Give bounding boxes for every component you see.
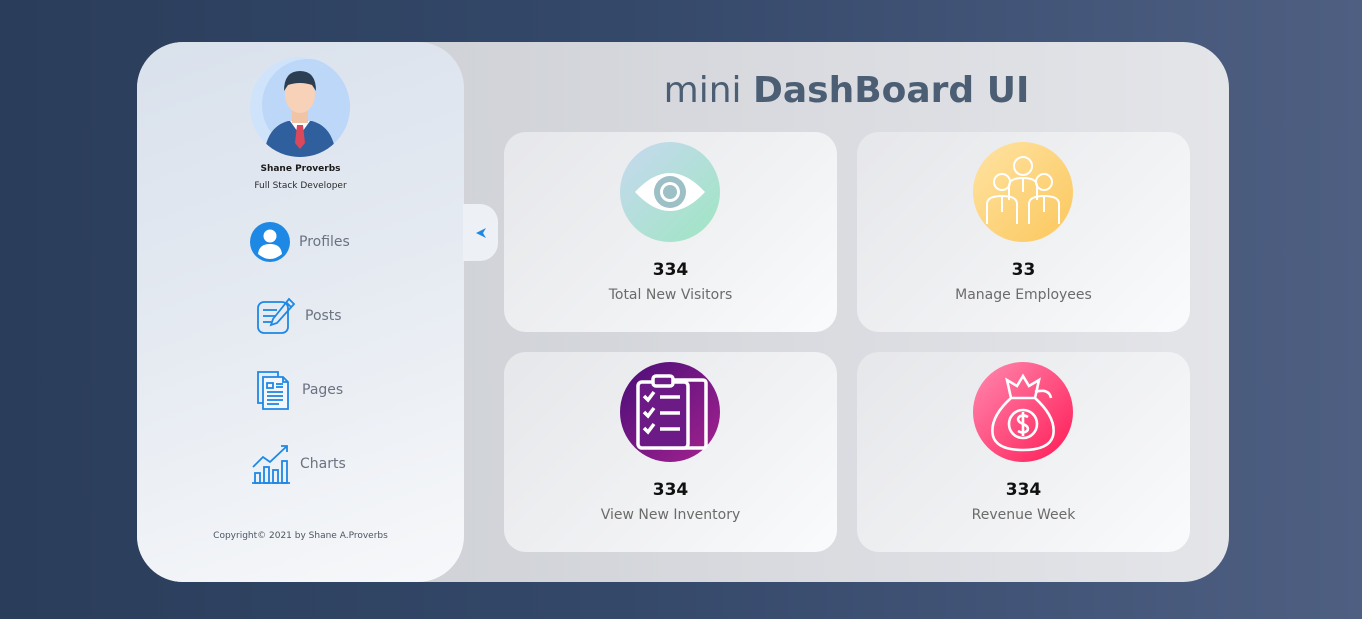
title-light: mini [663, 70, 742, 111]
eye-icon [620, 142, 720, 242]
sidebar-item-label: Posts [305, 308, 342, 324]
sidebar-item-profiles[interactable]: Profiles [249, 220, 350, 264]
collapse-arrow-icon [475, 227, 486, 238]
sidebar-item-label: Profiles [299, 234, 350, 250]
page-title: mini DashBoard UI [464, 70, 1229, 111]
sidebar-item-label: Charts [300, 456, 346, 472]
user-circle-icon [249, 221, 291, 263]
sidebar-toggle-button[interactable] [463, 204, 498, 261]
card-value: 33 [1011, 260, 1036, 280]
card-view-new-inventory[interactable]: 334 View New Inventory [504, 352, 837, 552]
card-label: Manage Employees [955, 287, 1092, 303]
profile-avatar[interactable] [250, 57, 350, 157]
user-name: Shane Proverbs [260, 164, 341, 174]
sidebar-item-posts[interactable]: Posts [255, 294, 342, 338]
copyright-text: Copyright© 2021 by Shane A.Proverbs [213, 531, 388, 541]
card-total-new-visitors[interactable]: 334 Total New Visitors [504, 132, 837, 332]
sidebar: Shane Proverbs Full Stack Developer Prof… [137, 42, 464, 582]
card-value: 334 [1005, 480, 1042, 500]
dashboard-frame: Shane Proverbs Full Stack Developer Prof… [137, 42, 1229, 582]
employees-group-icon [973, 142, 1073, 242]
user-role: Full Stack Developer [254, 181, 347, 191]
clipboard-checklist-icon [620, 362, 720, 462]
money-bag-icon [973, 362, 1073, 462]
bar-chart-trend-icon [250, 443, 292, 485]
sidebar-item-charts[interactable]: Charts [250, 442, 346, 486]
businessman-avatar-icon [262, 59, 350, 157]
card-label: Total New Visitors [608, 287, 733, 303]
card-label: Revenue Week [971, 507, 1076, 523]
edit-post-icon [255, 295, 297, 337]
sidebar-item-label: Pages [302, 382, 344, 398]
card-value: 334 [652, 260, 689, 280]
card-value: 334 [652, 480, 689, 500]
card-label: View New Inventory [600, 507, 741, 523]
card-manage-employees[interactable]: 33 Manage Employees [857, 132, 1190, 332]
title-bold: DashBoard UI [752, 70, 1030, 111]
card-revenue-week[interactable]: 334 Revenue Week [857, 352, 1190, 552]
pages-document-icon [252, 369, 294, 411]
sidebar-item-pages[interactable]: Pages [252, 368, 343, 412]
